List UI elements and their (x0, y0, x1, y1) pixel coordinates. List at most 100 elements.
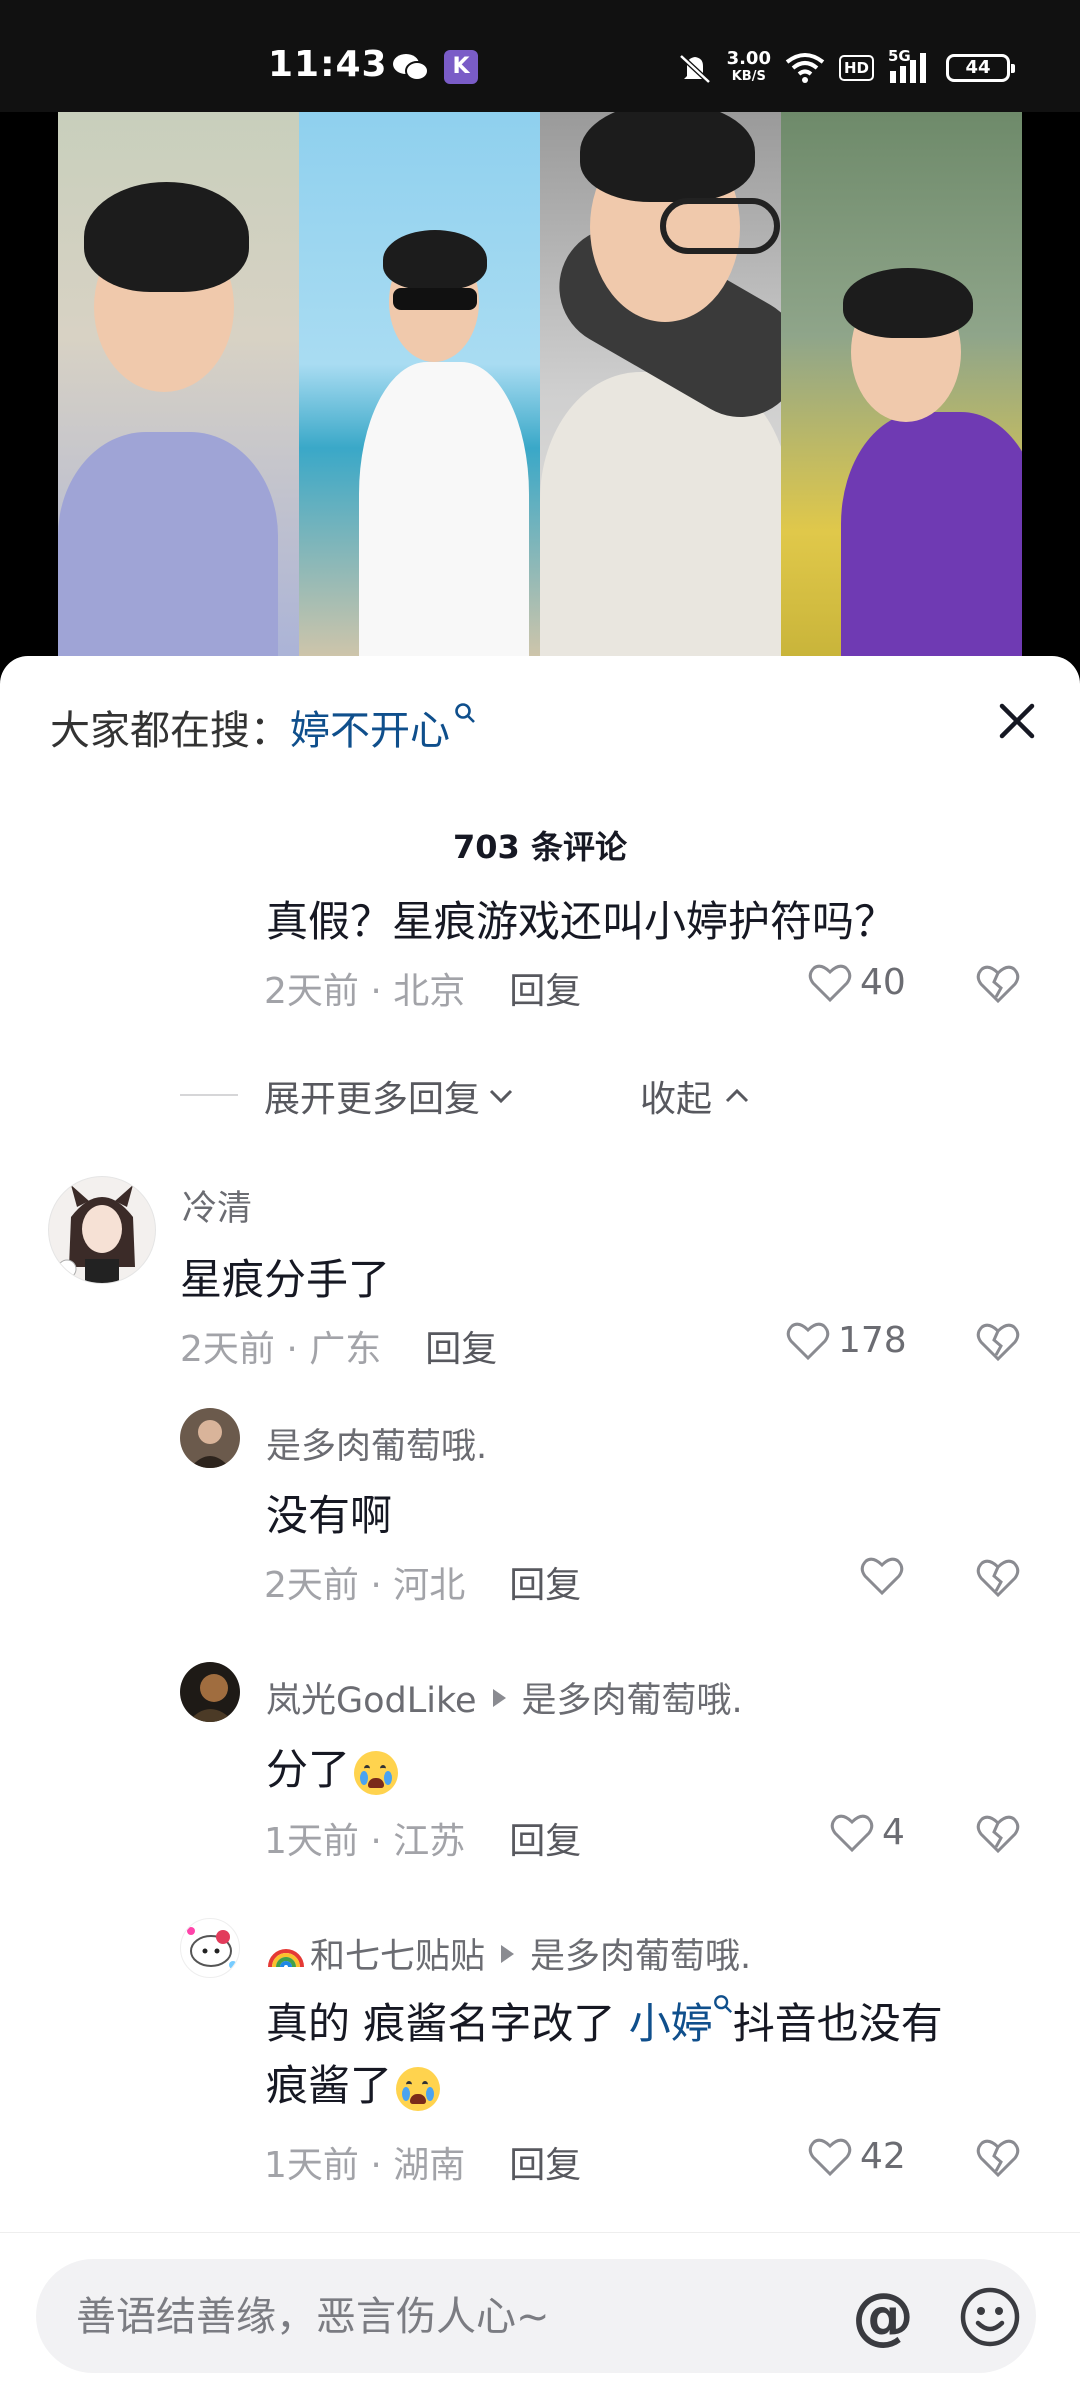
chevron-down-icon (489, 1089, 513, 1104)
comment-input-bar: @ (0, 2232, 1080, 2401)
avatar[interactable] (180, 1408, 240, 1468)
emoji-mouth (368, 1777, 385, 1788)
comment-input[interactable] (74, 2283, 838, 2351)
tear-left (360, 1770, 369, 1785)
comment-meta: 2天前 · 河北 回复 (264, 1556, 581, 1608)
close-icon[interactable] (992, 696, 1042, 746)
status-right-group: 3.00 KB/S HD 5G 44 (677, 47, 1015, 88)
person-3-hair (580, 112, 755, 202)
video-preview[interactable] (58, 112, 1022, 672)
like-count: 178 (838, 1320, 907, 1361)
status-bar: 11:43 K 3.00 KB/S HD 5G 44 (0, 0, 1080, 112)
reply-button[interactable]: 回复 (425, 1329, 497, 1370)
app-notification-icon: K (444, 50, 478, 84)
like-count: 4 (882, 1812, 905, 1853)
tear-right (426, 2086, 435, 2101)
comment-count: 703 条评论 (453, 828, 627, 866)
search-link[interactable]: 小婷 (629, 1999, 713, 2048)
reply-arrow-icon (501, 1944, 515, 1963)
comment-text: 真的 痕酱名字改了 小婷 抖音也没有 (266, 1990, 943, 2051)
wifi-icon (785, 53, 825, 83)
heart-icon (786, 1322, 830, 1360)
net-speed-unit: KB/S (731, 69, 766, 84)
avatar[interactable] (48, 1176, 156, 1284)
reply-to-author[interactable]: 是多肉葡萄哦. (530, 1928, 751, 1979)
tear-left (402, 2086, 411, 2101)
comment-time-location: 1天前 · 湖南 (264, 2145, 466, 2186)
comment-text-content: 分了 (266, 1745, 351, 1794)
comment-time-location: 1天前 · 江苏 (264, 1821, 466, 1862)
comment-meta: 2天前 · 北京 回复 (264, 962, 581, 1014)
reply-button[interactable]: 回复 (509, 1821, 581, 1862)
heart-icon (830, 1814, 874, 1852)
video-frame-3 (540, 112, 781, 672)
person-4-hair (843, 268, 973, 338)
dislike-icon[interactable] (976, 1322, 1020, 1362)
comment-author[interactable]: 岚光GodLike (266, 1672, 477, 1723)
heart-icon (808, 964, 852, 1002)
like-button[interactable]: 40 (808, 962, 906, 1003)
like-button[interactable]: 178 (786, 1320, 907, 1361)
comment-text-line2-content: 痕酱了 (266, 2061, 393, 2110)
collapse-replies[interactable]: 收起 (640, 1070, 752, 1122)
like-button[interactable]: 4 (830, 1812, 905, 1853)
collapse-label: 收起 (640, 1079, 713, 1120)
expand-more-label: 展开更多回复 (264, 1079, 481, 1120)
comment-time-location: 2天前 · 广东 (180, 1329, 382, 1370)
video-frame-2 (299, 112, 540, 672)
expand-more-replies[interactable]: 展开更多回复 (264, 1070, 516, 1122)
comment-time-location: 2天前 · 北京 (264, 971, 466, 1012)
comment-text: 星痕分手了 (180, 1255, 391, 1304)
comment-text: 真假？星痕游戏还叫小婷护符吗？ (266, 897, 897, 946)
person-1-hair (84, 182, 249, 292)
status-time: 11:43 (268, 44, 388, 85)
rainbow-icon (268, 1948, 304, 1967)
search-icon (455, 703, 475, 723)
comment-input-container[interactable]: @ (36, 2259, 1036, 2373)
dislike-icon[interactable] (976, 1814, 1020, 1854)
like-button[interactable] (860, 1556, 912, 1596)
dislike-icon[interactable] (976, 2138, 1020, 2178)
person-2-shirt (359, 362, 529, 672)
like-count: 40 (860, 962, 906, 1003)
reply-button[interactable]: 回复 (509, 2145, 581, 2186)
net-speed-value: 3.00 (726, 48, 771, 69)
dislike-icon[interactable] (976, 1558, 1020, 1598)
reply-to-author[interactable]: 是多肉葡萄哦. (522, 1672, 743, 1723)
wechat-icon (393, 54, 429, 81)
comment-text: 分了 (266, 1736, 399, 1797)
comment-author-line: 岚光GodLike 是多肉葡萄哦. (266, 1672, 743, 1723)
net-speed: 3.00 KB/S (727, 50, 771, 86)
battery-indicator: 44 (946, 54, 1015, 82)
dislike-icon[interactable] (976, 964, 1020, 1004)
heart-icon (860, 1557, 904, 1596)
like-button[interactable]: 42 (808, 2136, 906, 2177)
thread-divider (180, 1094, 238, 1096)
hot-search-label: 大家都在搜： (50, 708, 290, 754)
mention-button[interactable]: @ (852, 2285, 914, 2347)
comment-text-part2: 抖音也没有 (732, 1999, 943, 2048)
video-frame-4 (781, 112, 1022, 672)
reply-button[interactable]: 回复 (509, 971, 581, 1012)
comment-author[interactable]: 冷清 (182, 1180, 252, 1231)
comment-author[interactable]: 是多肉葡萄哦. (266, 1418, 487, 1469)
comment-text: 没有啊 (266, 1491, 393, 1540)
mute-bell-icon (678, 54, 711, 84)
person-1-shirt (58, 432, 278, 672)
comment-text-part1: 真的 痕酱名字改了 (266, 1999, 629, 2048)
hot-search-bar[interactable]: 大家都在搜：婷不开心 (50, 698, 476, 756)
comment-text-line2: 痕酱了 (266, 2052, 441, 2113)
avatar[interactable] (180, 1918, 240, 1978)
chevron-up-icon (725, 1088, 749, 1103)
reply-button[interactable]: 回复 (509, 1565, 581, 1606)
comment-author[interactable]: 和七七贴贴 (310, 1928, 485, 1979)
signal-icon: 5G (888, 47, 932, 85)
reply-arrow-icon (492, 1688, 506, 1707)
crying-emoji-icon (396, 2066, 441, 2111)
like-count: 42 (860, 2136, 906, 2177)
avatar[interactable] (180, 1662, 240, 1722)
emoji-picker-icon[interactable] (958, 2285, 1022, 2349)
search-icon (713, 1995, 732, 2014)
hot-search-keyword[interactable]: 婷不开心 (290, 708, 450, 754)
tear-right (384, 1770, 393, 1785)
